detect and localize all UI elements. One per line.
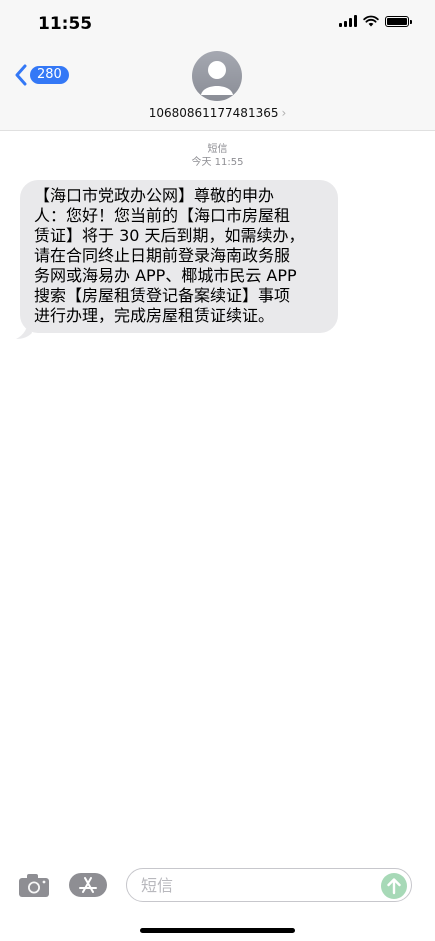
status-icons [339,15,412,27]
message-input[interactable] [126,868,412,902]
send-button[interactable] [381,873,407,899]
message-line: 【海口市党政办公网】尊敬的申办 [34,186,275,205]
contact-name[interactable]: 10680861177481365 › [0,106,435,120]
contact-avatar[interactable] [192,51,242,101]
unread-count-badge: 280 [30,66,69,84]
message-line: 务网或海易办 APP、椰城市民云 APP [34,266,297,285]
message-line: 进行办理，完成房屋租赁证续证。 [34,306,275,325]
message-service-label: 短信 [207,144,228,155]
send-arrow-icon [387,878,401,895]
battery-icon [385,15,412,27]
avatar-person-icon [201,61,233,95]
message-time: 今天 11:55 [191,157,244,168]
bubble-tail [16,320,32,339]
wifi-icon [363,15,379,27]
message-text-field[interactable] [139,875,383,896]
back-button[interactable]: 280 [14,64,69,86]
app-store-icon[interactable] [68,872,108,898]
message-line: 请在合同终止日期前登录海南政务服 [34,246,291,265]
compose-bar [0,862,435,912]
conversation-header: 11:55 280 10680861177481365 › [0,0,435,131]
message-line: 搜索【房屋租赁登记备案续证】事项 [34,286,291,305]
message-timestamp: 短信 今天 11:55 [0,143,435,169]
contact-number: 10680861177481365 [148,106,279,120]
back-chevron-icon [15,64,27,86]
status-time: 11:55 [38,14,93,34]
signal-icon [339,15,357,27]
incoming-message-bubble[interactable]: 【海口市党政办公网】尊敬的申办 人：您好！您当前的【海口市房屋租 赁证】将于 3… [20,180,338,333]
home-indicator[interactable] [140,928,295,933]
chevron-right-icon: › [281,106,287,120]
message-line: 赁证】将于 30 天后到期，如需续办， [34,226,305,245]
message-line: 人：您好！您当前的【海口市房屋租 [34,206,291,225]
camera-icon[interactable] [18,872,50,898]
